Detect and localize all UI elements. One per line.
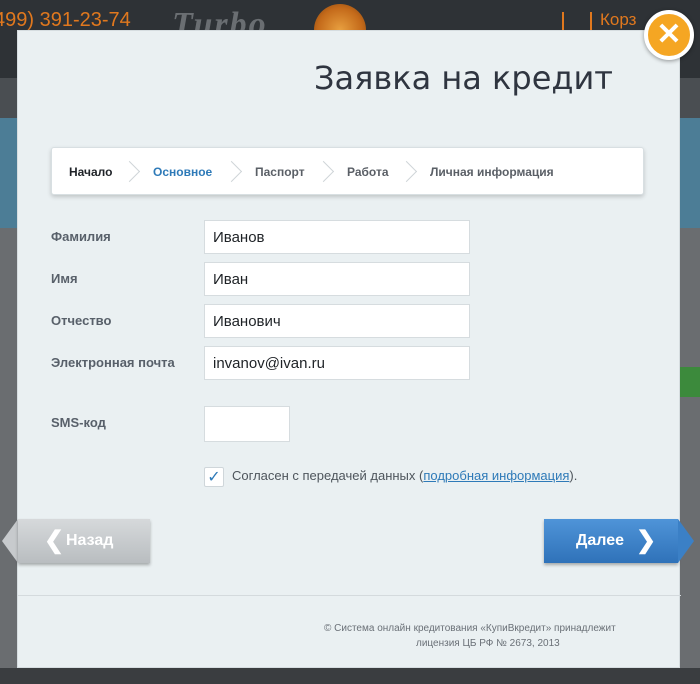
close-icon[interactable]: ✕ <box>644 10 694 60</box>
patronymic-field[interactable] <box>204 304 470 338</box>
step-work[interactable]: Работа <box>347 148 389 196</box>
footer-legal: © Система онлайн кредитования «КупиВкред… <box>324 621 616 651</box>
chevron-right-icon: ❯ <box>636 527 657 554</box>
next-button[interactable]: Далее ❯ <box>544 519 678 563</box>
patronymic-label: Отчество <box>51 313 112 328</box>
email-field[interactable] <box>204 346 470 380</box>
step-breadcrumb: Начало Основное Паспорт Работа Личная ин… <box>51 147 644 195</box>
last-name-label: Фамилия <box>51 229 111 244</box>
next-button-arrow <box>678 519 694 563</box>
chevron-right-icon <box>401 160 413 184</box>
modal-title: Заявка на кредит <box>314 59 613 97</box>
agree-text: Согласен с передачей данных (подробная и… <box>232 468 577 483</box>
footer-line-2: лицензия ЦБ РФ № 2673, 2013 <box>416 638 560 649</box>
first-name-label: Имя <box>51 271 78 286</box>
footer-divider <box>18 595 681 596</box>
step-personal-info[interactable]: Личная информация <box>430 148 554 196</box>
details-link[interactable]: подробная информация <box>423 468 569 483</box>
site-bottom <box>0 668 700 684</box>
footer-line-1: © Система онлайн кредитования «КупиВкред… <box>324 623 616 634</box>
site-phone: 499) 391-23-74 <box>0 9 131 31</box>
checkmark-icon: ✓ <box>207 469 221 486</box>
credit-application-modal: Заявка на кредит Начало Основное Паспорт… <box>2 30 694 668</box>
sms-code-label: SMS-код <box>51 415 106 430</box>
chevron-right-icon <box>318 160 330 184</box>
agree-label: Согласен с передачей данных ( <box>232 468 424 483</box>
next-button-label: Далее <box>576 532 625 549</box>
chevron-right-icon <box>124 160 136 184</box>
step-passport[interactable]: Паспорт <box>255 148 305 196</box>
cart-link[interactable]: Корз <box>600 10 636 30</box>
back-button-arrow <box>2 519 18 563</box>
agree-checkbox[interactable]: ✓ <box>204 467 224 487</box>
first-name-field[interactable] <box>204 262 470 296</box>
back-button-label: Назад <box>66 532 114 549</box>
agree-suffix: ). <box>569 468 578 483</box>
last-name-field[interactable] <box>204 220 470 254</box>
email-label: Электронная почта <box>51 355 175 370</box>
step-main[interactable]: Основное <box>153 148 212 196</box>
sms-code-field[interactable] <box>204 406 290 442</box>
step-start[interactable]: Начало <box>69 148 112 196</box>
back-button[interactable]: ❮ Назад <box>18 519 150 563</box>
chevron-left-icon: ❮ <box>44 527 65 554</box>
chevron-right-icon <box>226 160 238 184</box>
